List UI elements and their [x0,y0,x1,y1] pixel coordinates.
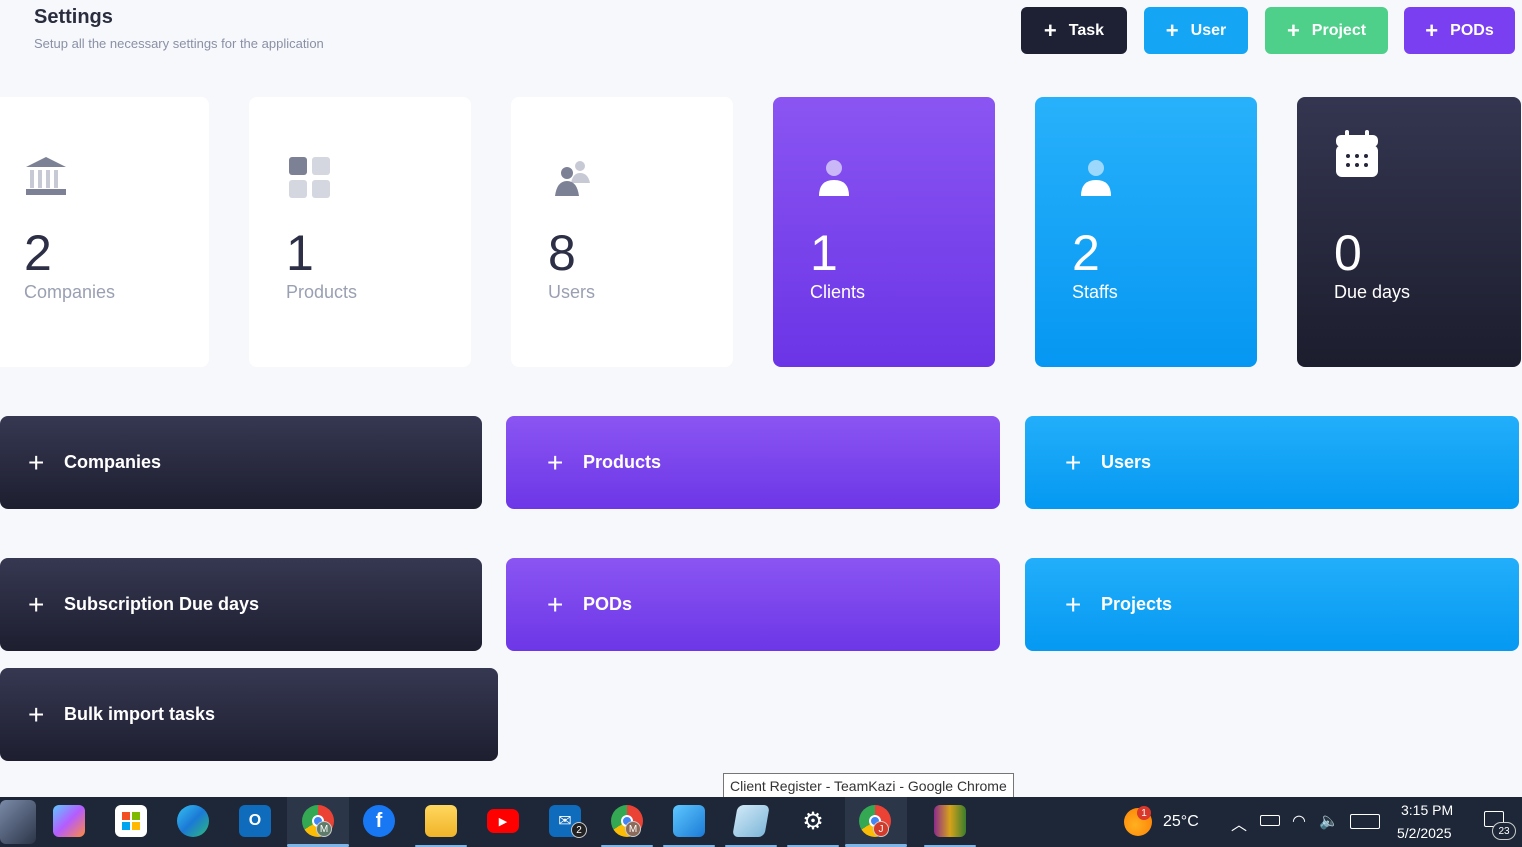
winrar-icon[interactable] [934,805,966,837]
stat-label: Products [286,282,358,302]
users-icon [553,159,591,202]
stat-label: Users [548,282,596,302]
start-icon[interactable] [0,800,36,844]
add-projects-tile[interactable]: + Projects [1025,558,1519,651]
add-subscription-due-days-tile[interactable]: + Subscription Due days [0,558,482,651]
stat-card-clients[interactable]: 1 Clients [773,97,995,367]
stat-value: 2 [24,225,52,281]
page-title: Settings [34,6,113,28]
youtube-icon[interactable]: ▶ [487,809,519,833]
add-user-button[interactable]: + User [1144,7,1248,54]
calendar-icon [1335,130,1379,183]
plus-icon: + [1065,588,1082,620]
stat-card-companies[interactable]: 2 Companies [0,97,209,367]
stat-value: 1 [810,225,838,281]
add-project-label: Project [1311,21,1367,39]
plus-icon: + [28,698,45,730]
facebook-icon[interactable]: f [363,805,395,837]
add-task-button[interactable]: + Task [1021,7,1127,54]
taskbar: O M f ▶ ✉ 2 M ⚙ J 1 25°C ︿ ◠ 🔈 3:15 PM 5… [0,797,1522,847]
plus-icon: + [1065,446,1082,478]
clock-date[interactable]: 5/2/2025 [1397,825,1452,841]
add-project-button[interactable]: + Project [1265,7,1388,54]
stat-value: 1 [286,225,314,281]
weather-temperature[interactable]: 25°C [1163,813,1199,831]
stat-card-staffs[interactable]: 2 Staffs [1035,97,1257,367]
settings-gear-icon[interactable]: ⚙ [797,805,829,837]
grid-icon [289,157,331,204]
window-tooltip: Client Register - TeamKazi - Google Chro… [723,773,1014,798]
keyboard-icon[interactable] [1350,814,1380,829]
edge-icon[interactable] [177,805,209,837]
tile-label: Bulk import tasks [64,704,216,724]
copilot-icon[interactable] [53,805,85,837]
stat-label: Due days [1334,282,1411,302]
add-pods-label: PODs [1450,21,1494,39]
plus-icon: + [1043,17,1057,43]
tile-label: Companies [64,452,162,472]
stat-label: Staffs [1072,282,1118,302]
add-user-label: User [1190,21,1227,39]
tile-label: Users [1101,452,1152,472]
add-pods-tile[interactable]: + PODs [506,558,1000,651]
notification-count-badge: 23 [1492,822,1516,840]
stat-label: Companies [24,282,116,302]
outlook-icon[interactable]: O [239,805,271,837]
tile-label: Products [583,452,662,472]
user-icon [1079,159,1113,202]
battery-icon[interactable] [1260,815,1280,826]
add-task-label: Task [1068,21,1105,39]
add-users-tile[interactable]: + Users [1025,416,1519,509]
plus-icon: + [1165,17,1179,43]
tile-label: PODs [583,594,633,614]
chrome-profile-badge: M [316,821,332,837]
bank-icon [24,155,68,202]
chrome-profile-badge: M [625,821,641,837]
mail-badge: 2 [571,822,587,838]
weather-badge: 1 [1137,806,1151,820]
wifi-icon[interactable]: ◠ [1292,811,1306,831]
plus-icon: + [547,446,564,478]
add-companies-tile[interactable]: + Companies [0,416,482,509]
bulk-import-tasks-tile[interactable]: + Bulk import tasks [0,668,498,761]
page-subtitle: Setup all the necessary settings for the… [34,36,324,51]
chevron-up-icon[interactable]: ︿ [1231,811,1247,835]
photos-icon[interactable] [673,805,705,837]
plus-icon: + [28,588,45,620]
stat-card-users[interactable]: 8 Users [511,97,733,367]
plus-icon: + [28,446,45,478]
chrome-profile-badge: J [873,821,889,837]
plus-icon: + [547,588,564,620]
tile-label: Subscription Due days [64,594,260,614]
stat-card-products[interactable]: 1 Products [249,97,471,367]
plus-icon: + [1425,17,1439,43]
stat-label: Clients [810,282,866,302]
tile-label: Projects [1101,594,1173,614]
stat-card-due-days[interactable]: 0 Due days [1297,97,1521,367]
store-icon[interactable] [115,805,147,837]
add-products-tile[interactable]: + Products [506,416,1000,509]
volume-icon[interactable]: 🔈 [1319,811,1339,831]
stat-value: 8 [548,225,576,281]
notepad-icon[interactable] [732,805,770,837]
add-pods-button[interactable]: + PODs [1404,7,1515,54]
file-explorer-icon[interactable] [425,805,457,837]
stat-value: 2 [1072,225,1100,281]
stat-value: 0 [1334,225,1362,281]
clock-time[interactable]: 3:15 PM [1401,802,1453,818]
plus-icon: + [1286,17,1300,43]
user-icon [817,159,851,202]
